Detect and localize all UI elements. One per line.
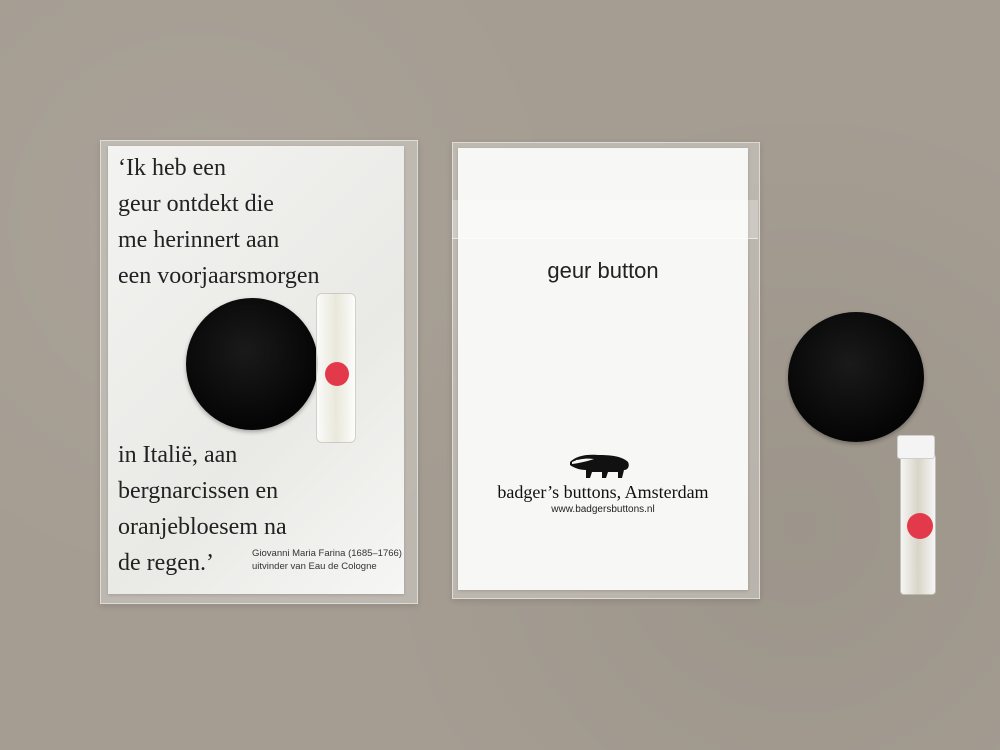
felt-scent-disc [186,298,318,430]
red-sticker [325,362,349,386]
quote-line: in Italië, aan [118,442,238,468]
quote-line: bergnarcissen en [118,478,279,504]
quote-attribution: Giovanni Maria Farina (1685–1766) uitvin… [252,547,402,573]
product-photo: ‘Ik heb een geur ontdekt die me herinner… [0,0,1000,750]
product-title: geur button [547,258,659,283]
vial-cap [897,435,935,459]
quote-line: ‘Ik heb een [118,155,226,181]
brand-name: badger’s buttons, Amsterdam [497,482,709,502]
attribution-name: Giovanni Maria Farina (1685–1766) [252,548,402,559]
attribution-role: uitvinder van Eau de Cologne [252,561,377,572]
sleeve-flap [452,200,758,239]
felt-scent-disc-loose [788,312,924,442]
quote-line: me herinnert aan [118,227,280,253]
quote-line: oranjebloesem na [118,514,287,540]
quote-text-top: ‘Ik heb een geur ontdekt die me herinner… [118,150,408,294]
brand-url: www.badgersbuttons.nl [551,504,655,515]
badger-icon [570,454,629,478]
quote-line: geur ontdekt die [118,191,274,217]
quote-line: een voorjaarsmorgen [118,263,320,289]
red-sticker-loose [907,513,933,539]
